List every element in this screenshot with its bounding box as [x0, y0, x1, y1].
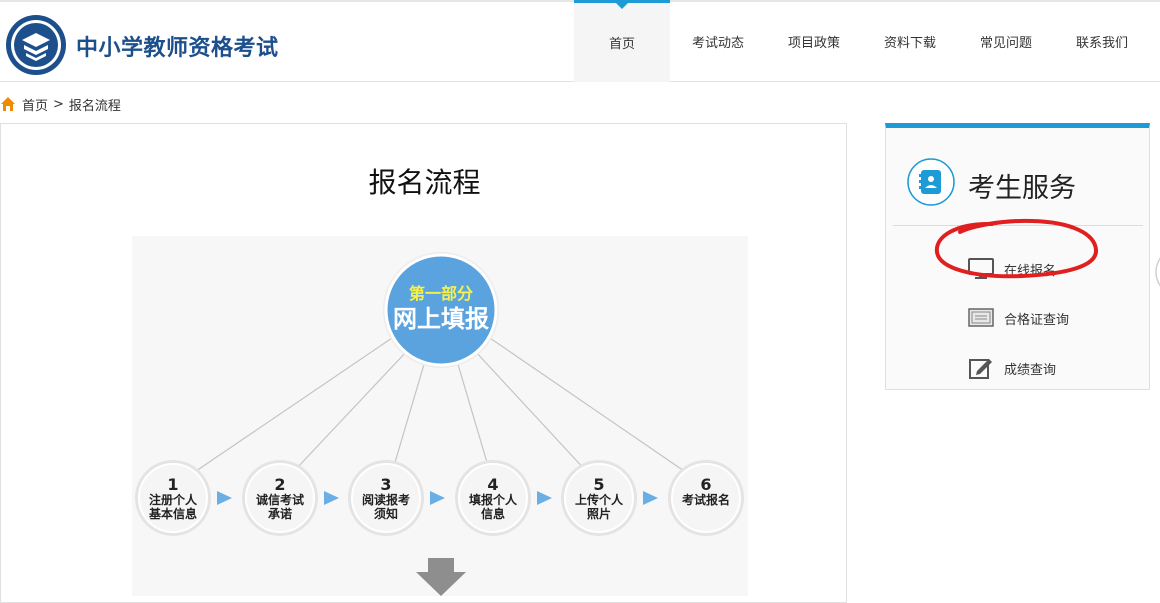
- main-content: 报名流程 第一部分 网上填报 1 注册个人 基本信息 2 诚信考试 承诺 3 阅…: [0, 123, 847, 603]
- step-number: 6: [700, 475, 711, 494]
- online-registration-link[interactable]: 在线报名: [968, 256, 1056, 282]
- site-title[interactable]: 中小学教师资格考试: [76, 30, 279, 62]
- flow-step-1: 1 注册个人 基本信息: [135, 460, 211, 536]
- sidebar-item-label: 成绩查询: [1004, 362, 1057, 378]
- step-label-line2: 须知: [374, 506, 398, 521]
- arrow-right-icon: [643, 491, 658, 505]
- home-icon: [1, 97, 15, 111]
- step-label-line1: 注册个人: [149, 492, 198, 507]
- nav-item-downloads[interactable]: 资料下载: [862, 0, 958, 82]
- part-label: 第一部分: [409, 284, 473, 303]
- monitor-icon: [968, 258, 994, 279]
- breadcrumb-separator: >: [53, 96, 64, 112]
- step-number: 4: [487, 475, 498, 494]
- certificate-query-link[interactable]: 合格证查询: [968, 305, 1069, 331]
- edge-widget-fragment: [1155, 257, 1160, 287]
- step-label-line2: 基本信息: [148, 506, 197, 521]
- step-label-line2: 照片: [587, 506, 611, 521]
- step-label-line2: 承诺: [268, 506, 292, 521]
- breadcrumb: 首页 > 报名流程: [0, 94, 121, 114]
- flow-step-2: 2 诚信考试 承诺: [242, 460, 318, 536]
- page-title: 报名流程: [368, 166, 481, 199]
- part-one-bubble: 第一部分 网上填报: [383, 252, 499, 368]
- arrow-right-icon: [430, 491, 445, 505]
- sidebar-item-label: 在线报名: [1004, 263, 1057, 279]
- contact-book-icon: [907, 158, 955, 206]
- step-number: 1: [167, 475, 178, 494]
- panel-header: 考生服务: [893, 158, 1143, 226]
- step-number: 2: [274, 475, 285, 494]
- nav-item-contact[interactable]: 联系我们: [1054, 0, 1150, 82]
- score-query-link[interactable]: 成绩查询: [968, 355, 1056, 381]
- part-title: 网上填报: [393, 306, 489, 333]
- step-label-line1: 诚信考试: [256, 492, 304, 507]
- breadcrumb-home-link[interactable]: 首页: [22, 95, 48, 114]
- step-label-line1: 填报个人: [469, 492, 518, 507]
- nav-item-faq[interactable]: 常见问题: [958, 0, 1054, 82]
- candidate-services-panel: 考生服务 在线报名 合格证查询 成绩查询: [885, 123, 1150, 390]
- nav-item-policy[interactable]: 项目政策: [766, 0, 862, 82]
- arrow-down-icon: [416, 558, 466, 596]
- step-number: 3: [380, 475, 391, 494]
- flow-step-3: 3 阅读报考 须知: [348, 460, 424, 536]
- arrow-right-icon: [324, 491, 339, 505]
- registration-flow-diagram: 第一部分 网上填报 1 注册个人 基本信息 2 诚信考试 承诺 3 阅读报考 须…: [132, 236, 748, 596]
- arrow-right-icon: [537, 491, 552, 505]
- sidebar-item-label: 合格证查询: [1004, 312, 1070, 328]
- flow-step-5: 5 上传个人 照片: [561, 460, 637, 536]
- nav-item-exam-news[interactable]: 考试动态: [670, 0, 766, 82]
- nav-item-home[interactable]: 首页: [574, 0, 670, 82]
- site-header: 中小学教师资格考试 首页 考试动态 项目政策 资料下载 常见问题 联系我们: [0, 0, 1160, 82]
- step-label-line1: 考试报名: [682, 492, 730, 507]
- flow-step-6: 6 考试报名: [668, 460, 744, 536]
- logo-icon[interactable]: [5, 14, 67, 76]
- panel-title: 考生服务: [968, 173, 1076, 204]
- edit-icon: [969, 359, 992, 379]
- step-label-line1: 阅读报考: [362, 492, 410, 507]
- arrow-right-icon: [217, 491, 232, 505]
- certificate-icon: [968, 308, 994, 327]
- flow-step-4: 4 填报个人 信息: [455, 460, 531, 536]
- step-number: 5: [593, 475, 604, 494]
- step-label-line1: 上传个人: [575, 492, 624, 507]
- breadcrumb-current: 报名流程: [68, 98, 121, 114]
- main-nav: 首页 考试动态 项目政策 资料下载 常见问题 联系我们: [574, 0, 1150, 82]
- step-label-line2: 信息: [481, 506, 505, 521]
